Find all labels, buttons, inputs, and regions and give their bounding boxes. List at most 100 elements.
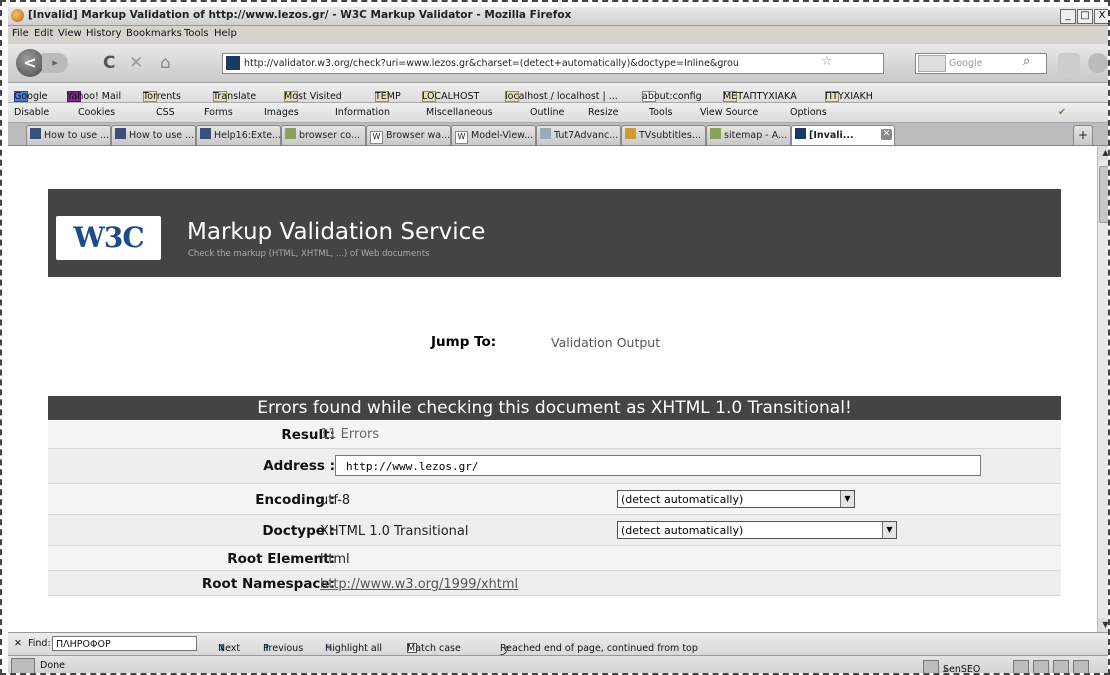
tab-icon bbox=[540, 128, 551, 139]
root-namespace-row: Root Namespace: http://www.w3.org/1999/x… bbox=[48, 571, 1061, 596]
tab-close-icon[interactable]: ✕ bbox=[881, 129, 892, 140]
root-element-label: Root Element: bbox=[227, 551, 335, 567]
validation-output-link[interactable]: Validation Output bbox=[551, 335, 660, 350]
close-button[interactable]: X bbox=[1094, 9, 1108, 24]
w3c-logo[interactable]: W3C bbox=[56, 216, 161, 260]
menu-round-icon[interactable] bbox=[1088, 53, 1108, 73]
bookmark-star-icon[interactable]: ☆ bbox=[821, 54, 833, 69]
status-icon-2[interactable] bbox=[1033, 660, 1049, 673]
scroll-down-icon[interactable]: ▼ bbox=[1098, 618, 1108, 632]
tab-sitemap[interactable]: sitemap - A... bbox=[706, 125, 791, 145]
title-bar: [Invalid] Markup Validation of http://ww… bbox=[8, 7, 1108, 26]
doctype-select[interactable]: (detect automatically) ▼ bbox=[617, 521, 897, 539]
tab-tvsubtitles[interactable]: TVsubtitles... bbox=[621, 125, 706, 145]
tab-how-to-use-1[interactable]: How to use ... bbox=[26, 125, 111, 145]
root-element-value: html bbox=[320, 552, 350, 567]
find-close-icon[interactable]: ✕ bbox=[14, 638, 22, 649]
firefox-icon bbox=[11, 9, 24, 22]
site-favicon-icon bbox=[226, 56, 240, 70]
menu-file[interactable]: File bbox=[12, 28, 29, 39]
status-bar: Done ⌕ SenSEO bbox=[8, 655, 1108, 673]
find-bar: ✕ Find: ΠΛΗΡΟΦΟΡ ⬇ Next ⬆ Previous ✎ Hig… bbox=[8, 632, 1108, 657]
wd-css[interactable]: CSS bbox=[156, 107, 175, 118]
maximize-button[interactable]: □ bbox=[1077, 9, 1093, 24]
css-valid-check-icon: ✔ bbox=[1058, 107, 1066, 118]
window-title: [Invalid] Markup Validation of http://ww… bbox=[28, 9, 572, 21]
wd-view-source[interactable]: View Source bbox=[700, 107, 758, 118]
scroll-up-icon[interactable]: ▲ bbox=[1098, 146, 1108, 160]
wd-forms[interactable]: Forms bbox=[204, 107, 233, 118]
validator-banner: W3C Markup Validation Service Check the … bbox=[48, 189, 1061, 277]
encoding-select[interactable]: (detect automatically) ▼ bbox=[617, 490, 855, 508]
vertical-scrollbar[interactable]: ▲ ▼ bbox=[1097, 146, 1108, 632]
search-magnifier-icon[interactable]: ⌕ bbox=[1023, 54, 1030, 69]
tab-tut7advanc[interactable]: Tut7Advanc... bbox=[536, 125, 621, 145]
navigation-toolbar: < ▸ C ✕ ⌂ http://validator.w3.org/check?… bbox=[8, 44, 1108, 83]
tab-icon bbox=[710, 128, 721, 139]
tab-icon bbox=[625, 128, 636, 139]
search-placeholder: Google bbox=[949, 58, 983, 69]
result-value: 11 Errors bbox=[320, 427, 380, 442]
menu-view[interactable]: View bbox=[58, 28, 82, 39]
browser-window: [Invalid] Markup Validation of http://ww… bbox=[8, 7, 1108, 673]
tab-how-to-use-2[interactable]: How to use ... bbox=[111, 125, 196, 145]
status-icon-3[interactable] bbox=[1053, 660, 1069, 673]
wd-outline[interactable]: Outline bbox=[530, 107, 564, 118]
menu-history[interactable]: History bbox=[86, 28, 122, 39]
tab-model-view[interactable]: W Model-View... bbox=[451, 125, 536, 145]
wikipedia-icon: W bbox=[370, 131, 383, 144]
status-icon-4[interactable] bbox=[1073, 660, 1089, 673]
tab-icon bbox=[115, 128, 126, 139]
wd-options[interactable]: Options bbox=[790, 107, 827, 118]
page-content: W3C Markup Validation Service Check the … bbox=[8, 146, 1097, 632]
tab-icon bbox=[30, 128, 41, 139]
wd-miscellaneous[interactable]: Miscellaneous bbox=[426, 107, 493, 118]
root-namespace-link[interactable]: http://www.w3.org/1999/xhtml bbox=[320, 577, 518, 592]
wd-disable[interactable]: Disable bbox=[14, 107, 49, 118]
chevron-down-icon: ▼ bbox=[840, 491, 854, 507]
wd-tools[interactable]: Tools bbox=[649, 107, 672, 118]
url-bar[interactable]: http://validator.w3.org/check?uri=www.le… bbox=[222, 53, 884, 74]
reload-icon[interactable]: C bbox=[103, 53, 115, 73]
addon-status-icon[interactable] bbox=[923, 660, 939, 673]
status-icon-1[interactable] bbox=[1013, 660, 1029, 673]
root-namespace-label: Root Namespace: bbox=[201, 576, 335, 592]
home-icon[interactable]: ⌂ bbox=[160, 53, 171, 73]
page-subtitle: Check the markup (HTML, XHTML, ...) of W… bbox=[188, 249, 430, 259]
tab-icon bbox=[795, 128, 806, 139]
chevron-down-icon: ▼ bbox=[882, 522, 896, 538]
wd-resize[interactable]: Resize bbox=[588, 107, 618, 118]
find-label: Find: bbox=[28, 638, 51, 649]
doctype-row: Doctype : XHTML 1.0 Transitional (detect… bbox=[48, 515, 1061, 546]
page-title: Markup Validation Service bbox=[187, 219, 486, 245]
address-label: Address : bbox=[263, 458, 335, 474]
wd-cookies[interactable]: Cookies bbox=[78, 107, 115, 118]
back-button[interactable]: < bbox=[16, 49, 44, 77]
tab-help16[interactable]: Help16:Exte... bbox=[196, 125, 281, 145]
stop-icon[interactable]: ✕ bbox=[129, 53, 143, 73]
wd-images[interactable]: Images bbox=[264, 107, 299, 118]
address-input[interactable]: http://www.lezos.gr/ bbox=[335, 455, 981, 476]
menu-bookmarks[interactable]: Bookmarks bbox=[126, 28, 182, 39]
address-row: Address : http://www.lezos.gr/ bbox=[48, 449, 1061, 484]
tab-browser-wa[interactable]: W Browser wa... bbox=[366, 125, 451, 145]
minimize-button[interactable]: _ bbox=[1060, 9, 1076, 24]
search-engine-icon[interactable] bbox=[918, 55, 946, 72]
forward-button[interactable]: ▸ bbox=[42, 53, 68, 73]
tab-icon bbox=[200, 128, 211, 139]
find-input[interactable]: ΠΛΗΡΟΦΟΡ bbox=[52, 636, 197, 651]
wd-information[interactable]: Information bbox=[335, 107, 390, 118]
menu-edit[interactable]: Edit bbox=[34, 28, 53, 39]
tab-browser-co[interactable]: browser co... bbox=[281, 125, 366, 145]
menu-tools[interactable]: Tools bbox=[184, 28, 209, 39]
result-row: Result: 11 Errors bbox=[48, 421, 1061, 449]
doctype-value: XHTML 1.0 Transitional bbox=[320, 524, 469, 539]
scroll-thumb[interactable] bbox=[1099, 166, 1108, 223]
menu-help[interactable]: Help bbox=[214, 28, 237, 39]
encoding-value: utf-8 bbox=[320, 493, 351, 508]
new-tab-button[interactable]: + bbox=[1073, 125, 1093, 145]
addon-icon[interactable] bbox=[1058, 53, 1080, 73]
tab-invalid-active[interactable]: [Invali... ✕ bbox=[791, 125, 895, 145]
resize-grip-icon bbox=[11, 658, 35, 673]
url-text: http://validator.w3.org/check?uri=www.le… bbox=[244, 58, 739, 69]
